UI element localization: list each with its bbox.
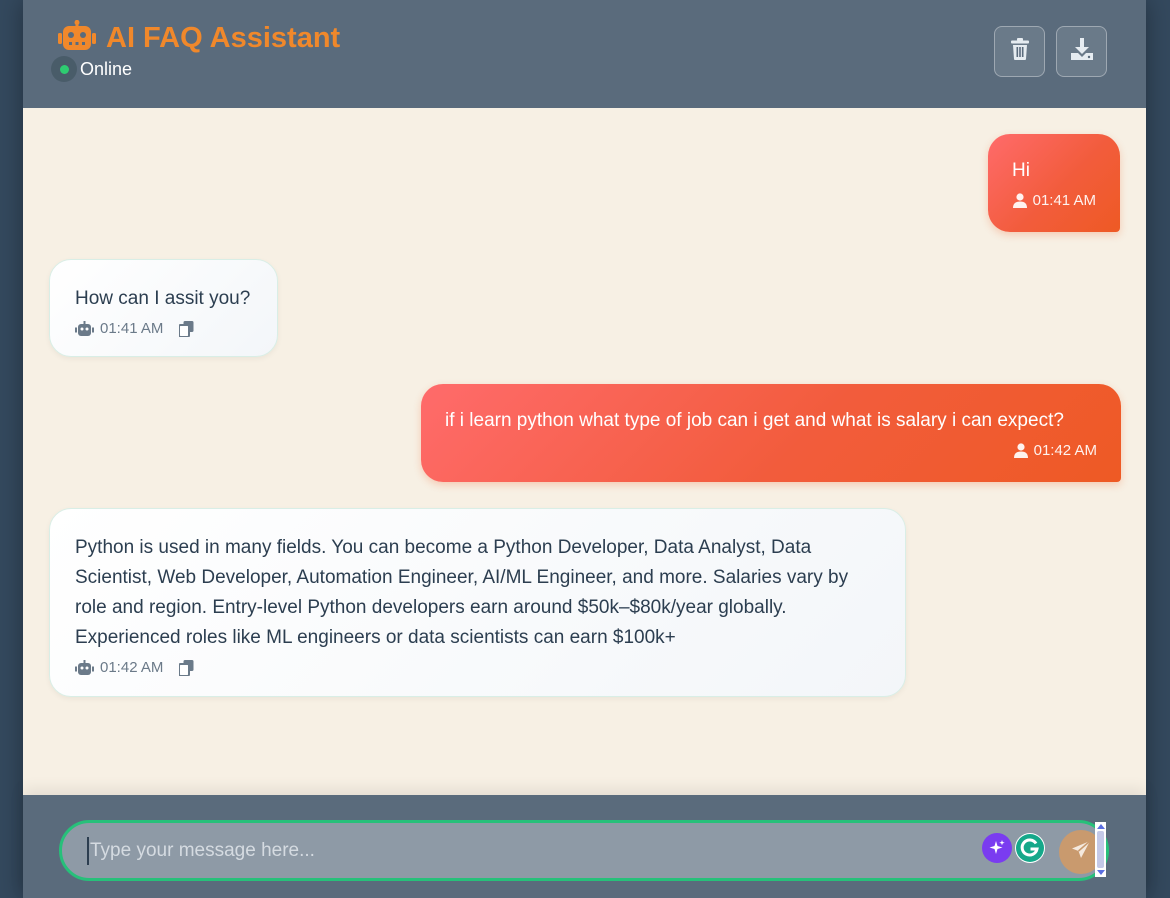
robot-icon [75,660,94,675]
download-icon [1070,38,1093,65]
user-icon [1012,193,1027,208]
message-input-container [59,820,1109,881]
trash-icon [1010,38,1029,65]
copy-icon[interactable] [179,320,194,337]
user-message: if i learn python what type of job can i… [421,384,1121,482]
bot-message: Python is used in many fields. You can b… [49,508,906,697]
message-meta: 01:42 AM [75,659,880,676]
user-message: Hi 01:41 AM [988,134,1120,232]
message-meta: 01:41 AM [75,320,252,337]
status-indicator: Online [51,56,132,82]
chat-messages[interactable]: Hi 01:41 AM How can I assit you? 01:41 A… [23,108,1146,795]
brand: AI FAQ Assistant [58,20,340,57]
input-scrollbar[interactable] [1095,822,1106,877]
robot-icon [75,321,94,336]
robot-icon [58,20,96,57]
copy-icon[interactable] [179,659,194,676]
message-time: 01:42 AM [1033,442,1097,459]
message-text: if i learn python what type of job can i… [445,410,1064,431]
online-dot-icon [51,56,77,82]
message-meta: 01:41 AM [1012,192,1096,209]
message-text: How can I assit you? [75,288,251,309]
chat-app: AI FAQ Assistant Online Hi 01:41 AM How … [23,0,1146,898]
user-icon [1013,443,1028,458]
message-time: 01:42 AM [100,659,164,676]
message-input[interactable] [87,837,957,865]
chat-header: AI FAQ Assistant Online [23,0,1146,108]
message-meta: 01:42 AM [445,442,1097,459]
export-chat-button[interactable] [1056,26,1107,77]
bot-message: How can I assit you? 01:41 AM [49,259,278,357]
status-label: Online [80,58,133,79]
chat-footer [23,795,1146,898]
scroll-up-icon[interactable] [1096,824,1105,829]
clear-chat-button[interactable] [994,26,1045,77]
message-time: 01:41 AM [100,320,164,337]
paper-plane-icon [1071,839,1091,865]
scroll-down-icon[interactable] [1096,870,1105,875]
grammarly-icon[interactable] [1015,833,1045,863]
app-title: AI FAQ Assistant [106,22,341,54]
message-text: Python is used in many fields. You can b… [75,537,849,648]
sparkle-icon[interactable] [982,833,1012,863]
scrollbar-thumb[interactable] [1097,831,1104,868]
message-time: 01:41 AM [1032,192,1096,209]
message-text: Hi [1012,160,1030,181]
